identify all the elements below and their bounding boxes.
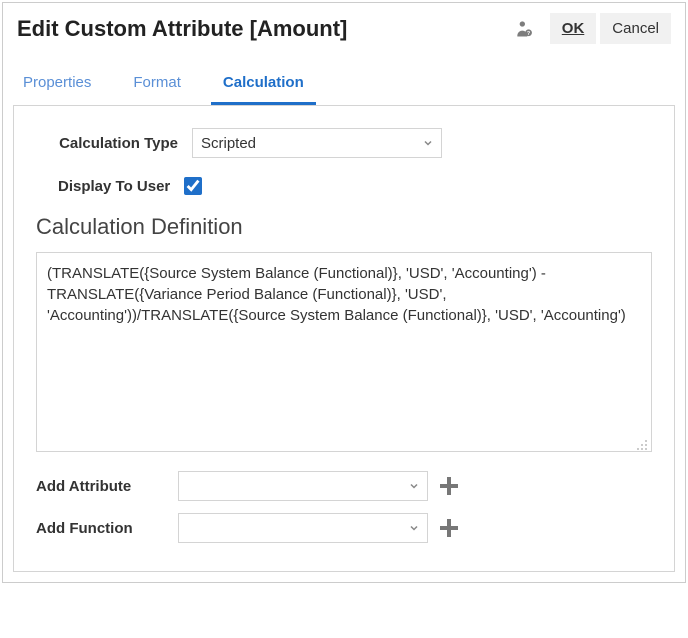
add-function-button[interactable] — [434, 513, 464, 543]
calc-type-label: Calculation Type — [36, 135, 192, 152]
user-help-icon[interactable]: ? — [514, 19, 534, 39]
display-to-user-checkbox[interactable] — [184, 177, 202, 195]
plus-icon — [437, 474, 461, 498]
calc-definition-heading: Calculation Definition — [36, 214, 652, 240]
add-attribute-label: Add Attribute — [36, 478, 178, 495]
ok-button[interactable]: OK — [550, 13, 597, 44]
add-attribute-row: Add Attribute — [36, 471, 652, 501]
dialog-title: Edit Custom Attribute [Amount] — [17, 16, 514, 42]
svg-text:?: ? — [527, 31, 530, 37]
tab-properties[interactable]: Properties — [17, 66, 97, 105]
display-to-user-label: Display To User — [36, 178, 180, 195]
calc-type-row: Calculation Type Scripted — [36, 128, 652, 158]
cancel-button[interactable]: Cancel — [600, 13, 671, 44]
tab-calculation[interactable]: Calculation — [217, 66, 310, 105]
add-attribute-select[interactable] — [178, 471, 428, 501]
dialog-header: Edit Custom Attribute [Amount] ? OK Canc… — [3, 3, 685, 52]
formula-wrap — [36, 252, 652, 455]
tab-bar: Properties Format Calculation — [3, 66, 685, 105]
plus-icon — [437, 516, 461, 540]
add-function-label: Add Function — [36, 520, 178, 537]
display-to-user-row: Display To User — [36, 174, 652, 198]
dialog-edit-custom-attribute: Edit Custom Attribute [Amount] ? OK Canc… — [2, 2, 686, 583]
add-function-select[interactable] — [178, 513, 428, 543]
add-attribute-value — [178, 471, 428, 501]
calc-type-value: Scripted — [192, 128, 442, 158]
add-attribute-button[interactable] — [434, 471, 464, 501]
calc-type-select[interactable]: Scripted — [192, 128, 442, 158]
tab-format[interactable]: Format — [127, 66, 187, 105]
add-function-row: Add Function — [36, 513, 652, 543]
calc-definition-textarea[interactable] — [36, 252, 652, 452]
calculation-panel: Calculation Type Scripted Display To Use… — [13, 105, 675, 572]
add-function-value — [178, 513, 428, 543]
